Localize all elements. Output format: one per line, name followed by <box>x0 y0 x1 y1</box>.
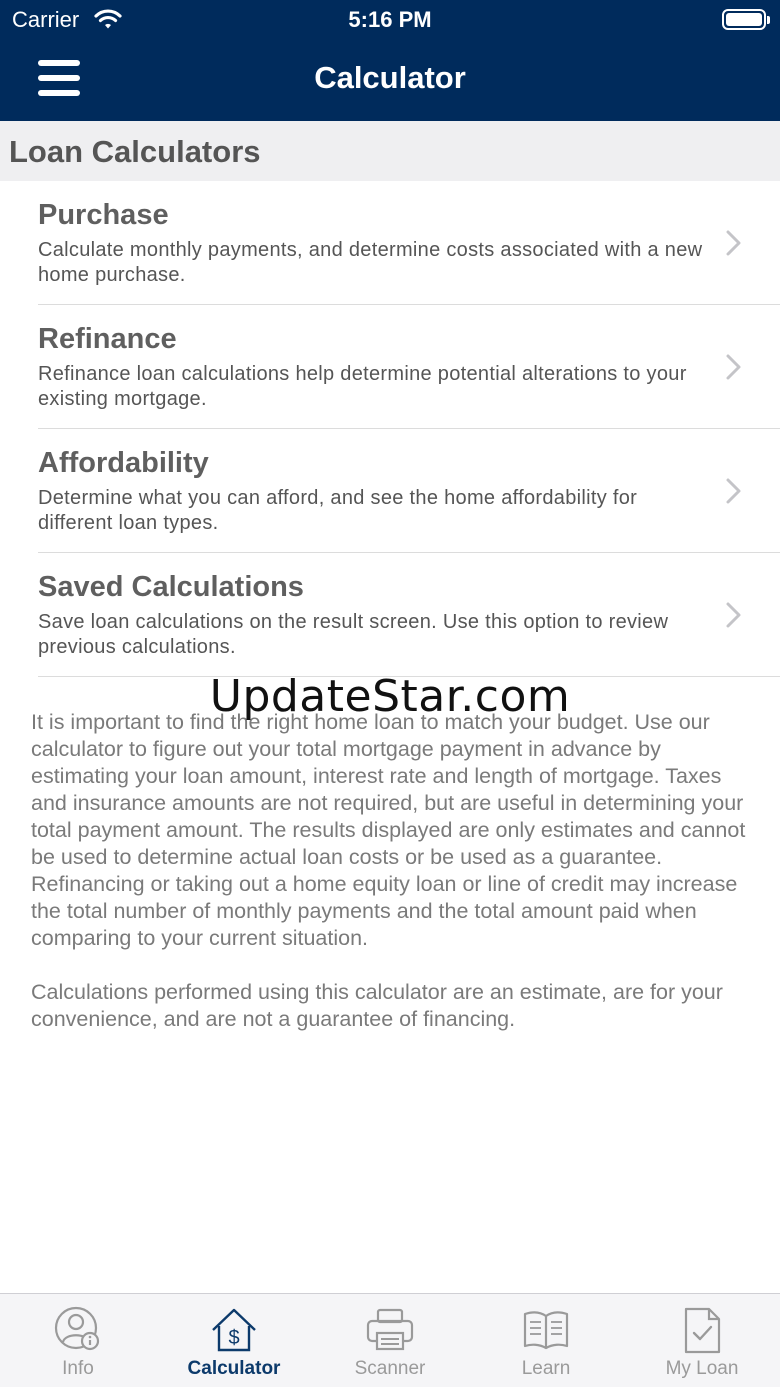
page-title: Calculator <box>314 60 466 95</box>
disclaimer-paragraph: It is important to find the right home l… <box>31 710 746 950</box>
tab-calculator[interactable]: $ Calculator <box>156 1294 312 1387</box>
house-dollar-icon: $ <box>212 1308 256 1352</box>
open-book-icon <box>523 1311 569 1350</box>
document-check-icon <box>684 1307 721 1354</box>
calculator-item-title: Purchase <box>38 199 169 231</box>
chevron-right-icon <box>726 230 741 256</box>
calculator-item-title: Affordability <box>38 447 209 479</box>
chevron-right-icon <box>726 354 741 380</box>
printer-icon <box>366 1308 414 1351</box>
calculator-list: Purchase Calculate monthly payments, and… <box>0 181 780 677</box>
tab-label: My Loan <box>665 1358 739 1379</box>
battery-icon <box>722 9 770 30</box>
disclaimer-paragraph: Calculations performed using this calcul… <box>31 980 723 1031</box>
tab-label: Calculator <box>187 1358 281 1379</box>
status-bar: Carrier 5:16 PM <box>0 0 780 40</box>
calculator-item-saved-calculations[interactable]: Saved Calculations Save loan calculation… <box>0 553 780 677</box>
tab-learn[interactable]: Learn <box>468 1294 624 1387</box>
chevron-right-icon <box>726 602 741 628</box>
section-header: Loan Calculators <box>0 121 780 181</box>
svg-text:$: $ <box>228 1327 239 1349</box>
calculator-item-description: Determine what you can afford, and see t… <box>38 487 638 534</box>
calculator-item-title: Saved Calculations <box>38 571 304 603</box>
watermark: UpdateStar.com <box>209 671 571 722</box>
navigation-bar: Carrier 5:16 PM Calculator <box>0 0 780 121</box>
tab-my-loan[interactable]: My Loan <box>624 1294 780 1387</box>
calculator-item-description: Refinance loan calculations help determi… <box>38 363 687 410</box>
calculator-item-description: Calculate monthly payments, and determin… <box>38 239 703 286</box>
tab-bar: Info $ Calculator Scanner Learn My Loan <box>0 1293 780 1387</box>
calculator-item-affordability[interactable]: Affordability Determine what you can aff… <box>0 429 780 553</box>
calculator-item-title: Refinance <box>38 323 177 355</box>
tab-label: Scanner <box>354 1358 426 1379</box>
info-person-icon <box>54 1306 100 1351</box>
section-title: Loan Calculators <box>9 134 261 169</box>
status-time: 5:16 PM <box>348 7 432 32</box>
tab-scanner[interactable]: Scanner <box>312 1294 468 1387</box>
calculator-item-purchase[interactable]: Purchase Calculate monthly payments, and… <box>0 181 780 305</box>
calculator-item-description: Save loan calculations on the result scr… <box>38 611 669 658</box>
chevron-right-icon <box>726 478 741 504</box>
tab-label: Learn <box>521 1358 571 1379</box>
disclaimer-text: It is important to find the right home l… <box>31 709 761 1060</box>
tab-label: Info <box>62 1358 94 1379</box>
tab-info[interactable]: Info <box>0 1294 156 1387</box>
calculator-item-refinance[interactable]: Refinance Refinance loan calculations he… <box>0 305 780 429</box>
